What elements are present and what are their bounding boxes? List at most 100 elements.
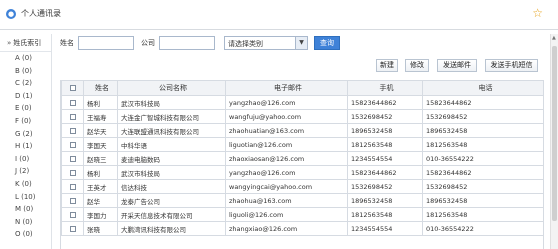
scroll-thumb[interactable] [552, 46, 557, 221]
sidebar-item-letter[interactable]: F (0) [0, 115, 51, 128]
company-label: 公司 [141, 39, 155, 47]
cell-name: 赵华天 [83, 123, 118, 138]
sidebar-item-letter[interactable]: J (2) [0, 165, 51, 178]
cell-email: wangfuju@yahoo.com [225, 109, 348, 124]
cell-email: wangyingcai@yahoo.com [225, 179, 348, 194]
cell-name: 赵晓三 [83, 151, 118, 166]
cell-name: 李国天 [83, 137, 118, 152]
name-input[interactable] [78, 36, 134, 50]
cell-name: 王英才 [83, 179, 118, 194]
star-icon[interactable]: ☆ [532, 6, 543, 20]
sidebar-item-letter[interactable]: O (0) [0, 228, 51, 241]
cell-email: zhaohuatian@163.com [225, 123, 348, 138]
company-input[interactable] [159, 36, 215, 50]
send-sms-button[interactable]: 发送手机短信 [485, 59, 538, 72]
cell-email: zhangxiao@126.com [225, 221, 348, 236]
query-button[interactable]: 查询 [314, 36, 340, 50]
cell-company: 武汉市科技局 [117, 95, 226, 110]
row-checkbox[interactable] [61, 123, 84, 138]
cell-name: 王福寿 [83, 109, 118, 124]
cell-mobile: 1896532458 [347, 193, 423, 208]
column-header-phone[interactable]: 电话 [422, 80, 543, 96]
new-button[interactable]: 新建 [376, 59, 398, 72]
contacts-table: 姓名 公司名称 电子邮件 手机 电话 杨利 武汉市科技局 yangzhao@126.… [60, 80, 544, 249]
table-header-row: 姓名 公司名称 电子邮件 手机 电话 [61, 80, 543, 96]
row-checkbox[interactable] [61, 95, 84, 110]
sidebar-item-letter[interactable]: A (0) [0, 52, 51, 65]
title-bar: ● 个人通讯录 ☆ [0, 0, 558, 30]
cell-name: 张晓 [83, 221, 118, 236]
column-header-email[interactable]: 电子邮件 [225, 80, 348, 96]
table-row[interactable]: 赵华 龙泰广告公司 zhaohua@163.com 1896532458 1896532… [61, 193, 543, 208]
cell-mobile: 1896532458 [347, 123, 423, 138]
sidebar-item-letter[interactable]: D (1) [0, 90, 51, 103]
table-row[interactable]: 赵华天 大连联盟通讯科技有限公司 zhaohuatian@163.com 189653… [61, 123, 543, 138]
row-checkbox[interactable] [61, 137, 84, 152]
table-row[interactable]: 赵晓三 麦迪电脑数码 zhaoxiaosan@126.com 1234554554 01… [61, 151, 543, 166]
sidebar-item-letter[interactable]: I (0) [0, 153, 51, 166]
cell-company: 大连联盟通讯科技有限公司 [117, 123, 226, 138]
cell-mobile: 1812563548 [347, 207, 423, 222]
cell-phone: 1812563548 [422, 207, 543, 222]
row-checkbox[interactable] [61, 179, 84, 194]
cell-company: 麦迪电脑数码 [117, 151, 226, 166]
cell-name: 杨利 [83, 95, 118, 110]
cell-email: liguotian@126.com [225, 137, 348, 152]
cell-mobile: 1812563548 [347, 137, 423, 152]
table-row[interactable]: 杨利 武汉市科技局 yangzhao@126.com 15823644862 15823… [61, 165, 543, 180]
cell-mobile: 1532698452 [347, 109, 423, 124]
scroll-up-icon[interactable]: ▲ [552, 35, 556, 41]
row-checkbox[interactable] [61, 207, 84, 222]
row-checkbox[interactable] [61, 193, 84, 208]
row-checkbox[interactable] [61, 109, 84, 124]
cell-phone: 1896532458 [422, 123, 543, 138]
cell-company: 信达科技 [117, 179, 226, 194]
sidebar-header[interactable]: » 姓氏索引 [0, 34, 51, 52]
cell-phone: 1532698452 [422, 109, 543, 124]
sidebar-item-letter[interactable]: K (0) [0, 178, 51, 191]
table-row[interactable]: 张晓 大鹏湾讯科技有限公司 zhangxiao@126.com 1234554554 0… [61, 221, 543, 236]
sidebar-item-letter[interactable]: B (0) [0, 65, 51, 78]
row-checkbox[interactable] [61, 221, 84, 236]
row-checkbox[interactable] [61, 165, 84, 180]
search-bar: 姓名 公司 请选择类别 ▼ 查询 [60, 36, 340, 50]
column-header-mobile[interactable]: 手机 [347, 80, 423, 96]
column-header-name[interactable]: 姓名 [83, 80, 118, 96]
cell-company: 大连金广智城科技有限公司 [117, 109, 226, 124]
name-label: 姓名 [60, 39, 74, 47]
cell-company: 龙泰广告公司 [117, 193, 226, 208]
person-icon: ● [6, 9, 16, 19]
collapse-arrow-icon[interactable]: » [7, 39, 11, 47]
cell-email: yangzhao@126.com [225, 95, 348, 110]
table-row[interactable]: 王英才 信达科技 wangyingcai@yahoo.com 1532698452 15… [61, 179, 543, 194]
cell-email: liguoli@126.com [225, 207, 348, 222]
category-select[interactable]: 请选择类别 ▼ [224, 36, 308, 50]
send-email-button[interactable]: 发送邮件 [437, 59, 477, 72]
table-row[interactable]: 王福寿 大连金广智城科技有限公司 wangfuju@yahoo.com 1532698… [61, 109, 543, 124]
select-all-checkbox[interactable] [61, 80, 84, 96]
sidebar-item-letter[interactable]: N (0) [0, 216, 51, 229]
vertical-scrollbar[interactable]: ▲ [550, 34, 558, 249]
sidebar-item-letter[interactable]: H (1) [0, 140, 51, 153]
sidebar-item-letter[interactable]: E (0) [0, 102, 51, 115]
cell-phone: 15823644862 [422, 165, 543, 180]
chevron-down-icon[interactable]: ▼ [295, 37, 307, 49]
row-checkbox[interactable] [61, 151, 84, 166]
cell-mobile: 1234554554 [347, 151, 423, 166]
cell-company: 大鹏湾讯科技有限公司 [117, 221, 226, 236]
cell-mobile: 1234554554 [347, 221, 423, 236]
table-row[interactable]: 李国天 中科华语 liguotian@126.com 1812563548 181256… [61, 137, 543, 152]
table-row[interactable]: 李国力 开采天信息技术有限公司 liguoli@126.com 1812563548 1… [61, 207, 543, 222]
cell-name: 李国力 [83, 207, 118, 222]
sidebar-item-letter[interactable]: L (10) [0, 191, 51, 204]
table-row[interactable]: 杨利 武汉市科技局 yangzhao@126.com 15823644862 15823… [61, 95, 543, 110]
sidebar-item-letter[interactable]: M (0) [0, 203, 51, 216]
cell-mobile: 15823644862 [347, 95, 423, 110]
app-title: 个人通讯录 [21, 9, 61, 18]
sidebar-item-letter[interactable]: C (2) [0, 77, 51, 90]
column-header-company[interactable]: 公司名称 [117, 80, 226, 96]
edit-button[interactable]: 修改 [405, 59, 429, 72]
sidebar-item-letter[interactable]: G (2) [0, 128, 51, 141]
cell-phone: 1896532458 [422, 193, 543, 208]
cell-name: 赵华 [83, 193, 118, 208]
